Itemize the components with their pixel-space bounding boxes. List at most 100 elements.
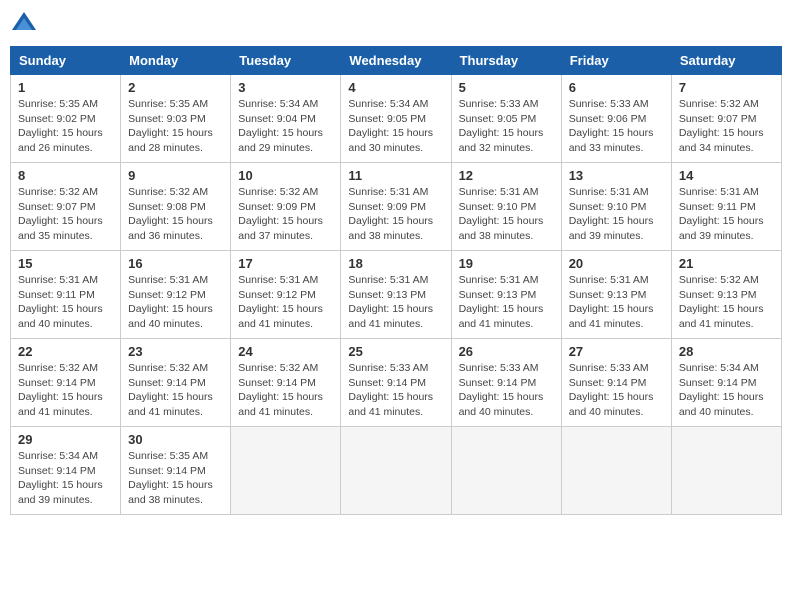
day-info: Sunrise: 5:34 AM Sunset: 9:14 PM Dayligh…	[18, 449, 113, 508]
header-thursday: Thursday	[451, 47, 561, 75]
calendar-table: SundayMondayTuesdayWednesdayThursdayFrid…	[10, 46, 782, 515]
day-cell-4: 4 Sunrise: 5:34 AM Sunset: 9:05 PM Daylig…	[341, 75, 451, 163]
day-number: 27	[569, 344, 664, 359]
empty-cell	[561, 427, 671, 515]
week-row-4: 22 Sunrise: 5:32 AM Sunset: 9:14 PM Dayli…	[11, 339, 782, 427]
day-cell-15: 15Sunrise: 5:31 AM Sunset: 9:11 PM Dayli…	[11, 251, 121, 339]
header-wednesday: Wednesday	[341, 47, 451, 75]
day-info: Sunrise: 5:32 AM Sunset: 9:07 PM Dayligh…	[18, 185, 113, 244]
day-cell-21: 21 Sunrise: 5:32 AM Sunset: 9:13 PM Dayli…	[671, 251, 781, 339]
day-cell-13: 13Sunrise: 5:31 AM Sunset: 9:10 PM Dayli…	[561, 163, 671, 251]
day-info: Sunrise: 5:32 AM Sunset: 9:14 PM Dayligh…	[238, 361, 333, 420]
day-info: Sunrise: 5:31 AM Sunset: 9:12 PM Dayligh…	[128, 273, 223, 332]
day-cell-26: 26Sunrise: 5:33 AM Sunset: 9:14 PM Dayli…	[451, 339, 561, 427]
day-number: 6	[569, 80, 664, 95]
day-number: 3	[238, 80, 333, 95]
header-friday: Friday	[561, 47, 671, 75]
day-number: 2	[128, 80, 223, 95]
header-saturday: Saturday	[671, 47, 781, 75]
day-number: 12	[459, 168, 554, 183]
day-cell-5: 5 Sunrise: 5:33 AM Sunset: 9:05 PM Daylig…	[451, 75, 561, 163]
day-info: Sunrise: 5:33 AM Sunset: 9:14 PM Dayligh…	[348, 361, 443, 420]
week-row-1: 1 Sunrise: 5:35 AM Sunset: 9:02 PM Daylig…	[11, 75, 782, 163]
week-row-3: 15Sunrise: 5:31 AM Sunset: 9:11 PM Dayli…	[11, 251, 782, 339]
day-cell-18: 18 Sunrise: 5:31 AM Sunset: 9:13 PM Dayli…	[341, 251, 451, 339]
day-number: 19	[459, 256, 554, 271]
day-info: Sunrise: 5:32 AM Sunset: 9:13 PM Dayligh…	[679, 273, 774, 332]
day-cell-2: 2Sunrise: 5:35 AM Sunset: 9:03 PM Daylig…	[121, 75, 231, 163]
day-cell-9: 9Sunrise: 5:32 AM Sunset: 9:08 PM Daylig…	[121, 163, 231, 251]
day-cell-27: 27 Sunrise: 5:33 AM Sunset: 9:14 PM Dayli…	[561, 339, 671, 427]
day-info: Sunrise: 5:31 AM Sunset: 9:10 PM Dayligh…	[569, 185, 664, 244]
week-row-2: 8 Sunrise: 5:32 AM Sunset: 9:07 PM Daylig…	[11, 163, 782, 251]
day-number: 14	[679, 168, 774, 183]
header	[10, 10, 782, 38]
day-number: 24	[238, 344, 333, 359]
day-info: Sunrise: 5:31 AM Sunset: 9:13 PM Dayligh…	[569, 273, 664, 332]
day-info: Sunrise: 5:33 AM Sunset: 9:14 PM Dayligh…	[569, 361, 664, 420]
day-number: 1	[18, 80, 113, 95]
day-number: 18	[348, 256, 443, 271]
day-cell-28: 28Sunrise: 5:34 AM Sunset: 9:14 PM Dayli…	[671, 339, 781, 427]
day-number: 17	[238, 256, 333, 271]
day-info: Sunrise: 5:32 AM Sunset: 9:09 PM Dayligh…	[238, 185, 333, 244]
day-info: Sunrise: 5:31 AM Sunset: 9:11 PM Dayligh…	[18, 273, 113, 332]
header-row: SundayMondayTuesdayWednesdayThursdayFrid…	[11, 47, 782, 75]
empty-cell	[451, 427, 561, 515]
day-info: Sunrise: 5:32 AM Sunset: 9:14 PM Dayligh…	[128, 361, 223, 420]
day-cell-8: 8 Sunrise: 5:32 AM Sunset: 9:07 PM Daylig…	[11, 163, 121, 251]
day-info: Sunrise: 5:34 AM Sunset: 9:05 PM Dayligh…	[348, 97, 443, 156]
day-cell-12: 12 Sunrise: 5:31 AM Sunset: 9:10 PM Dayli…	[451, 163, 561, 251]
day-cell-24: 24 Sunrise: 5:32 AM Sunset: 9:14 PM Dayli…	[231, 339, 341, 427]
day-info: Sunrise: 5:34 AM Sunset: 9:14 PM Dayligh…	[679, 361, 774, 420]
day-number: 29	[18, 432, 113, 447]
day-number: 11	[348, 168, 443, 183]
day-info: Sunrise: 5:35 AM Sunset: 9:14 PM Dayligh…	[128, 449, 223, 508]
day-info: Sunrise: 5:33 AM Sunset: 9:05 PM Dayligh…	[459, 97, 554, 156]
day-info: Sunrise: 5:31 AM Sunset: 9:09 PM Dayligh…	[348, 185, 443, 244]
day-cell-20: 20 Sunrise: 5:31 AM Sunset: 9:13 PM Dayli…	[561, 251, 671, 339]
day-number: 22	[18, 344, 113, 359]
day-number: 21	[679, 256, 774, 271]
empty-cell	[671, 427, 781, 515]
day-cell-16: 16 Sunrise: 5:31 AM Sunset: 9:12 PM Dayli…	[121, 251, 231, 339]
day-cell-17: 17 Sunrise: 5:31 AM Sunset: 9:12 PM Dayli…	[231, 251, 341, 339]
day-info: Sunrise: 5:31 AM Sunset: 9:13 PM Dayligh…	[459, 273, 554, 332]
day-number: 7	[679, 80, 774, 95]
day-info: Sunrise: 5:32 AM Sunset: 9:08 PM Dayligh…	[128, 185, 223, 244]
day-number: 20	[569, 256, 664, 271]
day-cell-22: 22 Sunrise: 5:32 AM Sunset: 9:14 PM Dayli…	[11, 339, 121, 427]
day-number: 30	[128, 432, 223, 447]
day-cell-25: 25 Sunrise: 5:33 AM Sunset: 9:14 PM Dayli…	[341, 339, 451, 427]
day-number: 25	[348, 344, 443, 359]
day-info: Sunrise: 5:32 AM Sunset: 9:07 PM Dayligh…	[679, 97, 774, 156]
day-info: Sunrise: 5:31 AM Sunset: 9:10 PM Dayligh…	[459, 185, 554, 244]
day-info: Sunrise: 5:35 AM Sunset: 9:02 PM Dayligh…	[18, 97, 113, 156]
week-row-5: 29 Sunrise: 5:34 AM Sunset: 9:14 PM Dayli…	[11, 427, 782, 515]
calendar-header: SundayMondayTuesdayWednesdayThursdayFrid…	[11, 47, 782, 75]
day-cell-11: 11 Sunrise: 5:31 AM Sunset: 9:09 PM Dayli…	[341, 163, 451, 251]
day-cell-1: 1 Sunrise: 5:35 AM Sunset: 9:02 PM Daylig…	[11, 75, 121, 163]
day-info: Sunrise: 5:33 AM Sunset: 9:06 PM Dayligh…	[569, 97, 664, 156]
day-info: Sunrise: 5:32 AM Sunset: 9:14 PM Dayligh…	[18, 361, 113, 420]
calendar-body: 1 Sunrise: 5:35 AM Sunset: 9:02 PM Daylig…	[11, 75, 782, 515]
day-cell-29: 29 Sunrise: 5:34 AM Sunset: 9:14 PM Dayli…	[11, 427, 121, 515]
day-number: 5	[459, 80, 554, 95]
day-number: 8	[18, 168, 113, 183]
day-info: Sunrise: 5:31 AM Sunset: 9:13 PM Dayligh…	[348, 273, 443, 332]
day-cell-19: 19 Sunrise: 5:31 AM Sunset: 9:13 PM Dayli…	[451, 251, 561, 339]
day-cell-10: 10 Sunrise: 5:32 AM Sunset: 9:09 PM Dayli…	[231, 163, 341, 251]
empty-cell	[341, 427, 451, 515]
empty-cell	[231, 427, 341, 515]
day-number: 10	[238, 168, 333, 183]
day-number: 4	[348, 80, 443, 95]
day-number: 26	[459, 344, 554, 359]
logo-icon	[10, 10, 38, 38]
day-cell-3: 3 Sunrise: 5:34 AM Sunset: 9:04 PM Daylig…	[231, 75, 341, 163]
day-info: Sunrise: 5:31 AM Sunset: 9:12 PM Dayligh…	[238, 273, 333, 332]
day-number: 16	[128, 256, 223, 271]
day-number: 23	[128, 344, 223, 359]
header-tuesday: Tuesday	[231, 47, 341, 75]
header-monday: Monday	[121, 47, 231, 75]
day-info: Sunrise: 5:34 AM Sunset: 9:04 PM Dayligh…	[238, 97, 333, 156]
